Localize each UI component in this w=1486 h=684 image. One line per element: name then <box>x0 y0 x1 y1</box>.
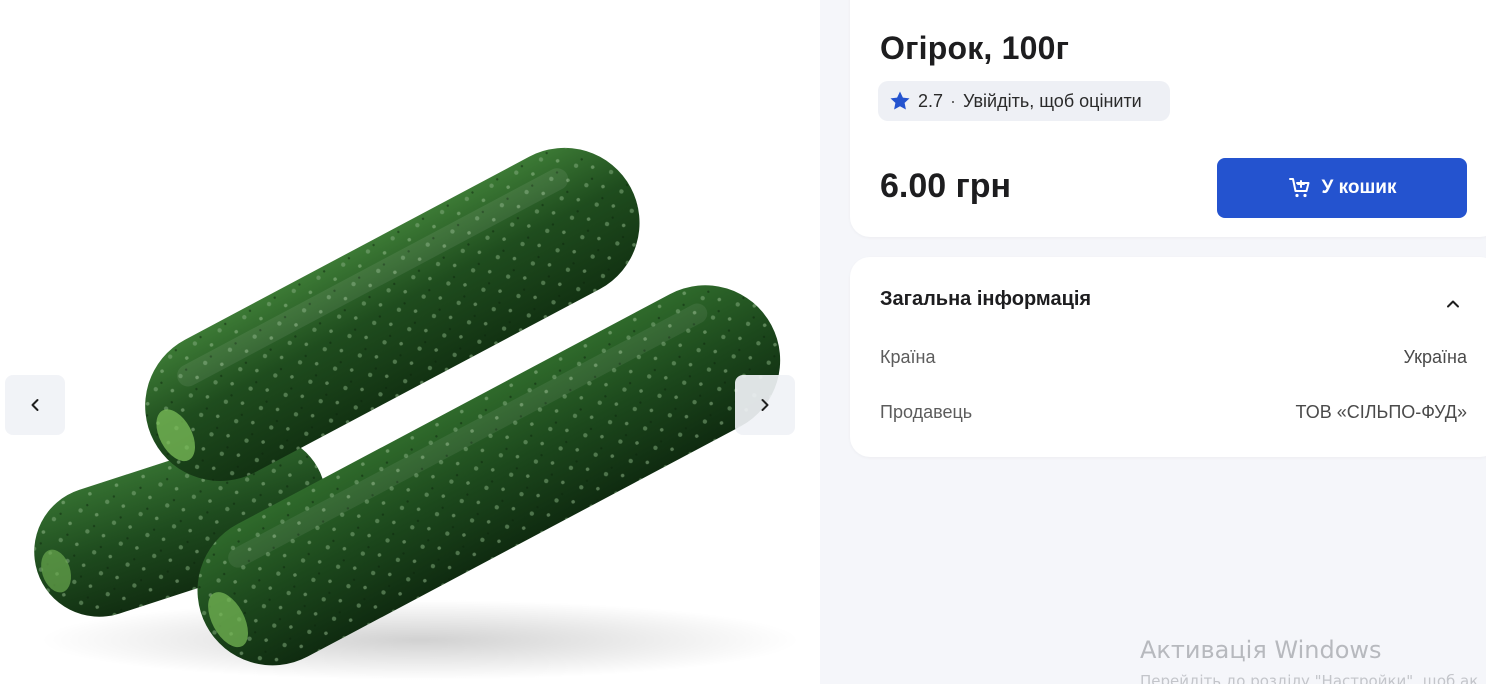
windows-activation-subtitle: Перейдіть до розділу "Настройки", щоб ак <box>1140 672 1479 684</box>
product-image <box>34 147 800 680</box>
info-label-country: Країна <box>880 347 936 367</box>
chevron-up-icon <box>1447 300 1459 308</box>
info-value-country: Україна <box>1403 347 1467 367</box>
star-icon <box>890 91 910 110</box>
general-info-heading: Загальна інформація <box>880 288 1092 310</box>
product-title: Огірок, 100г <box>880 30 1070 66</box>
chevron-right-icon <box>761 399 769 411</box>
info-value-seller: ТОВ «СІЛЬПО-ФУД» <box>1295 402 1467 422</box>
gallery-next-button[interactable] <box>735 375 795 435</box>
general-info-card: Загальна інформація Країна Україна Прода… <box>850 257 1486 457</box>
add-to-cart-button[interactable]: У кошик <box>1217 158 1467 218</box>
add-to-cart-label: У кошик <box>1321 177 1397 198</box>
cart-add-icon <box>1288 178 1309 198</box>
product-details-panel: Огірок, 100г 2.7 · Увійдіть, щоб оцінити… <box>820 0 1486 684</box>
chevron-left-icon <box>31 399 39 411</box>
rating-value: 2.7 <box>918 90 944 111</box>
info-label-seller: Продавець <box>880 402 973 422</box>
collapse-info-button[interactable] <box>1440 291 1466 317</box>
rating-chip[interactable]: 2.7 · Увійдіть, щоб оцінити <box>878 81 1170 121</box>
product-gallery <box>0 0 820 684</box>
info-row-seller: Продавець ТОВ «СІЛЬПО-ФУД» <box>880 402 1467 423</box>
product-price: 6.00 грн <box>880 167 1012 205</box>
info-row-country: Країна Україна <box>880 347 1467 368</box>
windows-activation-watermark: Активація Windows <box>1140 636 1382 664</box>
rating-separator: · <box>950 90 957 111</box>
gallery-prev-button[interactable] <box>5 375 65 435</box>
rating-login-link[interactable]: Увійдіть, щоб оцінити <box>963 91 1142 112</box>
product-summary-card: Огірок, 100г 2.7 · Увійдіть, щоб оцінити… <box>850 0 1486 237</box>
